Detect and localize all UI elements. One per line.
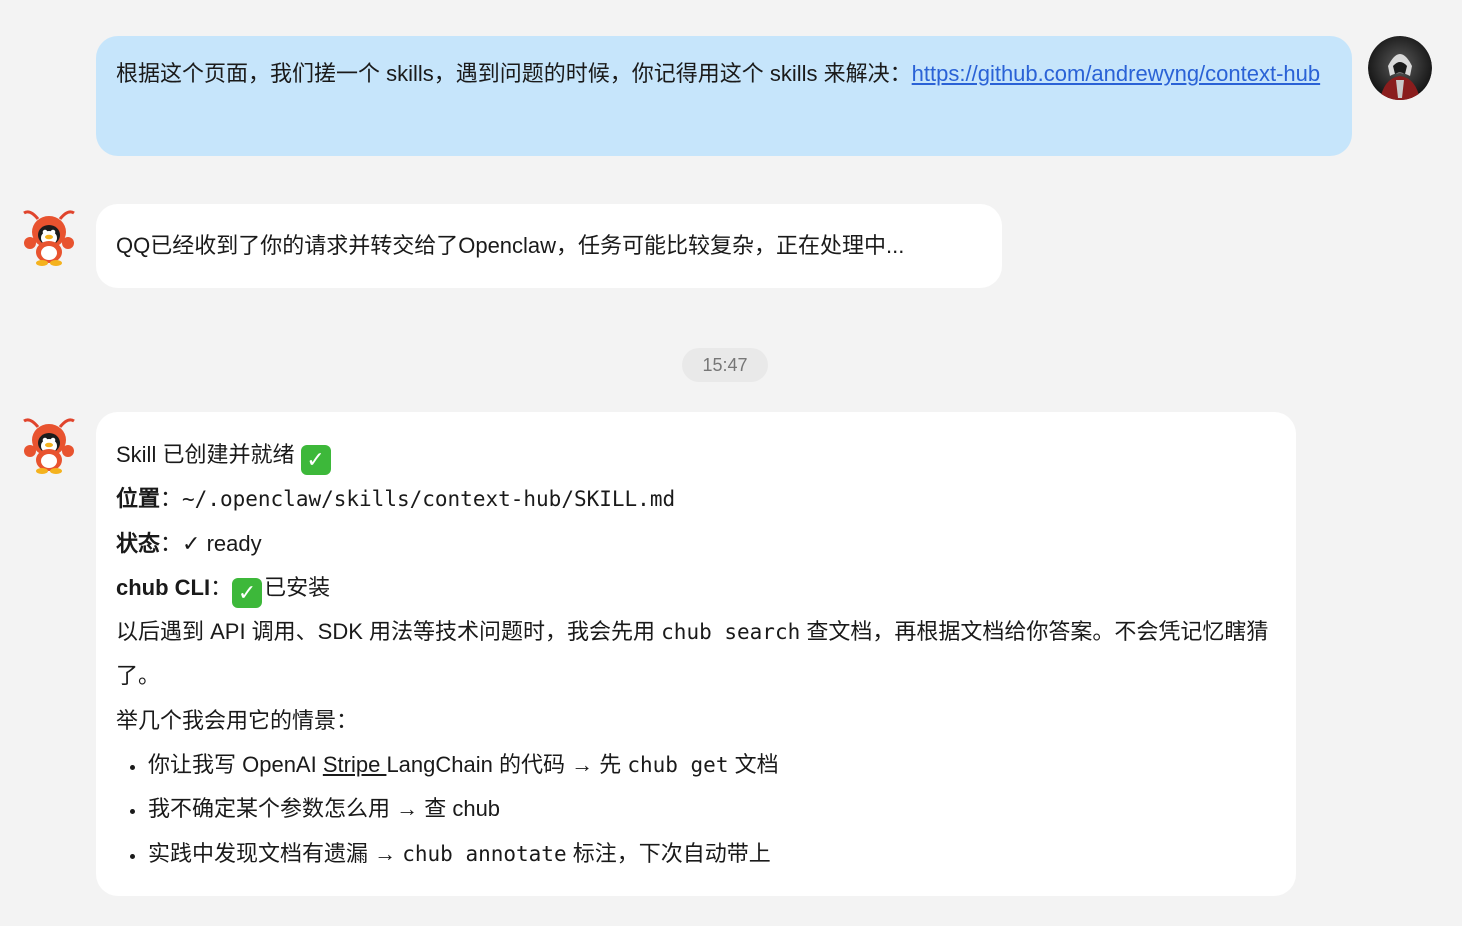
bullet-code: chub get xyxy=(627,753,729,778)
scenario-intro: 举几个我会用它的情景： xyxy=(116,707,359,733)
check-mark-icon: ✓ xyxy=(232,577,263,608)
check-mark-icon: ✓ xyxy=(300,445,331,475)
bullet-text: 你让我写 OpenAI xyxy=(148,752,323,778)
location-line: 位置：~/.openclaw/skills/context-hub/SKILL.… xyxy=(116,486,676,512)
bullet-text: LangChain 的代码 → 先 xyxy=(386,752,628,778)
list-item: 我不确定某个参数怎么用 → 查 chub xyxy=(116,787,1276,831)
status-value: ✓ ready xyxy=(182,530,262,556)
bot-avatar-image xyxy=(23,418,75,474)
skill-ready-line: Skill 已创建并就绪 ✓ xyxy=(116,433,1276,477)
status-label: 状态 xyxy=(116,530,161,556)
description-text-a: 以后遇到 API 调用、SDK 用法等技术问题时，我会先用 xyxy=(116,619,662,645)
stripe-link[interactable]: Stripe xyxy=(323,752,387,777)
user-message-bubble: 根据这个页面，我们搓一个 skills，遇到问题的时候，你记得用这个 skill… xyxy=(96,36,1352,156)
location-path: ~/.openclaw/skills/context-hub/SKILL.md xyxy=(182,487,676,512)
timestamp: 15:47 xyxy=(682,348,768,382)
bullet-text: 实践中发现文档有遗漏 → xyxy=(148,840,403,866)
list-item: 你让我写 OpenAI Stripe LangChain 的代码 → 先 chu… xyxy=(116,743,1276,787)
bullet-text: 我不确定某个参数怎么用 → 查 chub xyxy=(148,796,501,822)
cli-label: chub CLI xyxy=(116,574,211,600)
bullet-text: 文档 xyxy=(728,752,779,778)
status-line: 状态：✓ ready xyxy=(116,530,262,556)
user-message-text: 根据这个页面，我们搓一个 skills，遇到问题的时候，你记得用这个 skill… xyxy=(116,61,912,86)
cli-line: chub CLI： ✓ 已安装 xyxy=(116,566,1276,610)
bot-message-text: QQ已经收到了你的请求并转交给了Openclaw，任务可能比较复杂，正在处理中.… xyxy=(116,233,905,258)
location-label: 位置 xyxy=(116,486,161,512)
scenario-list: 你让我写 OpenAI Stripe LangChain 的代码 → 先 chu… xyxy=(116,743,1276,876)
bot-avatar[interactable] xyxy=(18,413,80,475)
bot-skill-message-bubble: Skill 已创建并就绪 ✓ 位置：~/.openclaw/skills/con… xyxy=(96,412,1296,896)
description-paragraph: 以后遇到 API 调用、SDK 用法等技术问题时，我会先用 chub searc… xyxy=(116,610,1276,699)
user-avatar-image xyxy=(1368,36,1432,100)
bot-message-bubble: QQ已经收到了你的请求并转交给了Openclaw，任务可能比较复杂，正在处理中.… xyxy=(96,204,1002,288)
skill-ready-text: Skill 已创建并就绪 xyxy=(116,442,295,467)
description-code: chub search xyxy=(661,620,801,645)
bot-avatar[interactable] xyxy=(18,205,80,267)
list-item: 实践中发现文档有遗漏 → chub annotate 标注，下次自动带上 xyxy=(116,832,1276,876)
user-avatar[interactable] xyxy=(1368,36,1432,100)
context-hub-link[interactable]: https://github.com/andrewyng/context-hub xyxy=(912,61,1320,86)
cli-value: 已安装 xyxy=(264,574,331,600)
bullet-code: chub annotate xyxy=(402,841,567,866)
bullet-text: 标注，下次自动带上 xyxy=(566,840,771,866)
bot-avatar-image xyxy=(23,210,75,266)
